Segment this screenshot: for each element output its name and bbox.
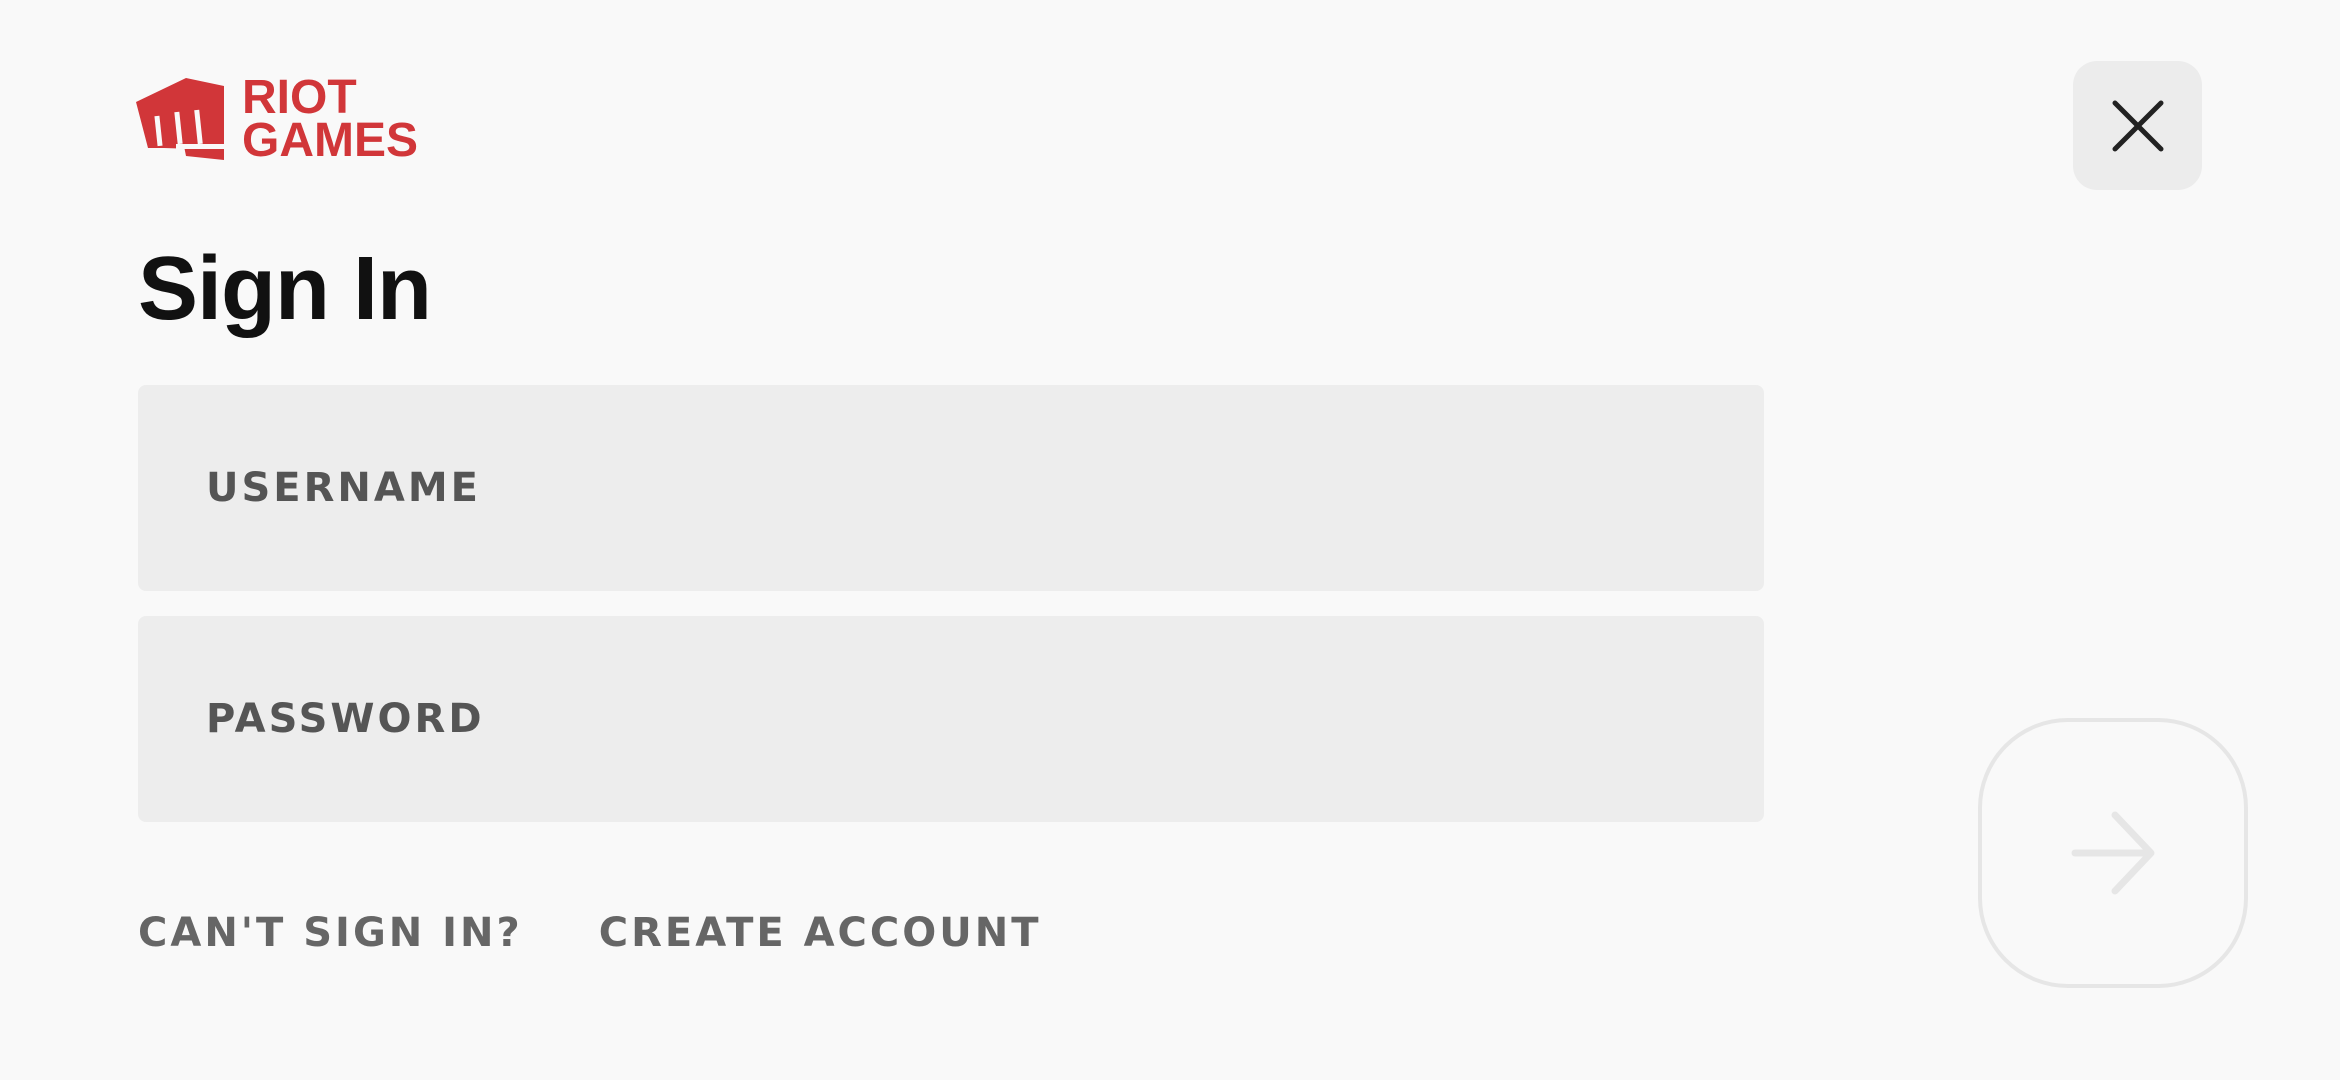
arrow-right-icon: [2071, 811, 2155, 895]
riot-fist-icon: [136, 78, 226, 161]
page-title: Sign In: [138, 239, 432, 339]
cant-sign-in-link[interactable]: CAN'T SIGN IN?: [138, 910, 523, 956]
username-field-container[interactable]: [138, 385, 1764, 591]
password-field-container[interactable]: [138, 616, 1764, 822]
brand-line-2: GAMES: [242, 114, 419, 168]
create-account-link[interactable]: CREATE ACCOUNT: [599, 910, 1042, 956]
brand-wordmark: RIOT GAMES: [242, 71, 419, 168]
sign-in-page: RIOT GAMES Sign In CAN'T SIGN IN? CREATE…: [0, 0, 2340, 1080]
auth-links: CAN'T SIGN IN? CREATE ACCOUNT: [138, 910, 1042, 956]
password-input[interactable]: [204, 695, 1698, 743]
close-icon: [2112, 100, 2163, 151]
submit-button[interactable]: [1978, 718, 2248, 988]
username-input[interactable]: [204, 464, 1698, 512]
riot-games-logo: RIOT GAMES: [136, 71, 419, 168]
close-button[interactable]: [2073, 61, 2202, 190]
brand-line-1: RIOT: [242, 71, 357, 124]
